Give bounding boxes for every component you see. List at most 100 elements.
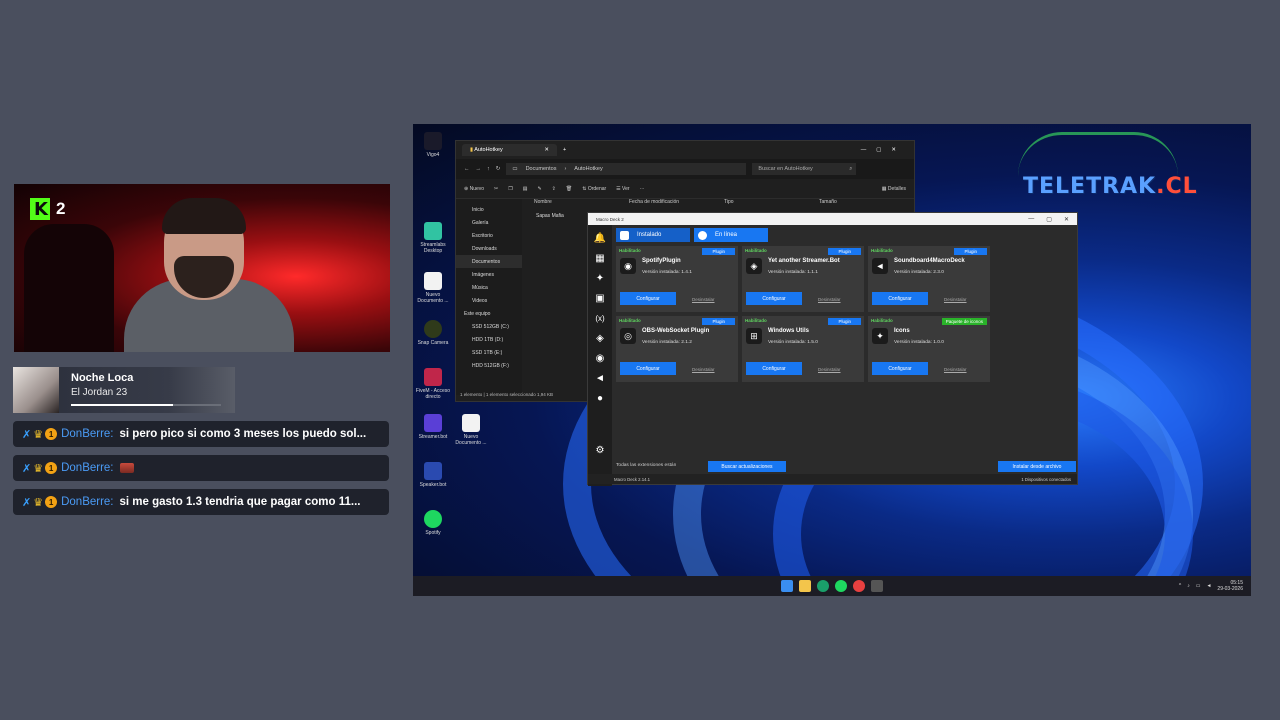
explorer-tab[interactable]: ▮ AutoHotkey ✕ xyxy=(462,144,557,156)
microphone-icon[interactable]: ♪ xyxy=(1187,583,1190,589)
desktop-icon[interactable]: Snap Camera xyxy=(413,320,453,346)
edge-icon[interactable] xyxy=(817,580,829,592)
chat-username[interactable]: DonBerre: xyxy=(61,428,113,440)
nav-item[interactable]: HDD 1TB (D:) xyxy=(456,333,522,346)
window-controls[interactable]: —▢✕ xyxy=(1028,216,1077,223)
settings-icon[interactable]: ⚙ xyxy=(593,445,607,457)
spotify-icon[interactable]: ◉ xyxy=(593,353,607,365)
back-icon[interactable]: ← xyxy=(464,166,470,172)
nav-item[interactable]: Escritorio xyxy=(456,229,522,242)
configure-button[interactable]: Configurar xyxy=(872,362,928,375)
windows-taskbar: ^ ♪ ▭ ◄ 05:15 29-03-2026 xyxy=(413,576,1251,596)
configure-button[interactable]: Configurar xyxy=(620,292,676,305)
extension-type-badge: Plugin xyxy=(702,248,735,255)
cut-icon[interactable]: ✂ xyxy=(494,186,498,192)
chat-username[interactable]: DonBerre: xyxy=(61,496,113,508)
desktop-icon[interactable]: Vigo4 xyxy=(413,132,453,158)
copy-icon[interactable]: ❐ xyxy=(508,186,512,192)
column-headers: Nombre Fecha de modificación Tipo Tamaño xyxy=(530,199,910,211)
desktop-icon[interactable]: FiveM - Acceso directo xyxy=(413,368,453,400)
devices-icon[interactable]: ▣ xyxy=(593,293,607,305)
nav-item[interactable]: SSD 512GB (C:) xyxy=(456,320,522,333)
desktop-icon[interactable]: Spotify xyxy=(413,510,453,536)
check-updates-button[interactable]: Buscar actualizaciones xyxy=(708,461,786,472)
column-header[interactable]: Nombre xyxy=(530,199,625,211)
forward-icon[interactable]: → xyxy=(476,166,482,172)
desktop-icon[interactable]: Streamer.bot xyxy=(413,414,453,440)
nav-item[interactable]: Downloads xyxy=(456,242,522,255)
desktop-icon-label: Streamlabs Desktop xyxy=(420,242,446,254)
chat-username[interactable]: DonBerre: xyxy=(61,462,113,474)
macro-deck-icon[interactable] xyxy=(871,580,883,592)
tab-label: En línea xyxy=(715,232,738,238)
speaker-icon[interactable]: ◄ xyxy=(593,373,607,385)
nav-item[interactable]: Videos xyxy=(456,294,522,307)
configure-button[interactable]: Configurar xyxy=(746,292,802,305)
chevron-up-icon[interactable]: ^ xyxy=(1179,583,1181,589)
view-button[interactable]: ☰ Ver xyxy=(616,186,629,192)
close-icon[interactable]: ✕ xyxy=(544,147,549,153)
spotify-icon[interactable] xyxy=(835,580,847,592)
configure-button[interactable]: Configurar xyxy=(746,362,802,375)
desktop-icon[interactable]: Streamlabs Desktop xyxy=(413,222,453,254)
nav-item[interactable]: Documentos xyxy=(456,255,522,268)
uninstall-link[interactable]: Desinstalar xyxy=(692,297,715,302)
uninstall-link[interactable]: Desinstalar xyxy=(944,367,967,372)
tab-online[interactable]: En línea xyxy=(694,228,768,242)
refresh-icon[interactable]: ↻ xyxy=(496,166,501,172)
column-header[interactable]: Tipo xyxy=(720,199,815,211)
user-badges: ✗ ♛ 1 xyxy=(22,496,58,509)
configure-button[interactable]: Configurar xyxy=(620,362,676,375)
start-menu-icon[interactable] xyxy=(781,580,793,592)
clock[interactable]: 05:15 29-03-2026 xyxy=(1217,580,1243,592)
nav-item[interactable]: SSD 1TB (E:) xyxy=(456,346,522,359)
rename-icon[interactable]: ✎ xyxy=(537,186,541,192)
uninstall-link[interactable]: Desinstalar xyxy=(944,297,967,302)
nav-item[interactable]: Música xyxy=(456,281,522,294)
install-from-file-button[interactable]: Instalar desde archivo xyxy=(998,461,1076,472)
window-controls[interactable]: —▢✕ xyxy=(861,147,914,153)
details-button[interactable]: ▦ Detalles xyxy=(882,186,914,192)
network-icon[interactable]: ▭ xyxy=(1196,583,1201,589)
new-tab-icon[interactable]: + xyxy=(563,147,566,153)
sub-badge-icon: 1 xyxy=(45,462,58,474)
nav-item[interactable]: Inicio xyxy=(456,203,522,216)
paste-icon[interactable]: ▤ xyxy=(523,186,528,192)
share-icon[interactable]: ⇪ xyxy=(552,186,556,192)
configure-button[interactable]: Configurar xyxy=(872,292,928,305)
variables-icon[interactable]: (x) xyxy=(593,313,607,325)
uninstall-link[interactable]: Desinstalar xyxy=(818,297,841,302)
nav-item[interactable]: Este equipo xyxy=(456,307,522,320)
websocket-icon[interactable]: ● xyxy=(593,393,607,405)
enabled-label: Habilitado xyxy=(745,318,767,323)
address-bar[interactable]: ▭ Documentos › AutoHotkey xyxy=(506,163,747,175)
up-icon[interactable]: ↑ xyxy=(487,166,490,172)
breadcrumb-item[interactable]: Documentos xyxy=(526,166,557,172)
file-explorer-icon[interactable] xyxy=(799,580,811,592)
streamerbot-icon[interactable]: ◈ xyxy=(593,333,607,345)
nav-item[interactable]: Imágenes xyxy=(456,268,522,281)
file-row[interactable]: Sapas Mafia xyxy=(530,213,564,219)
sort-button[interactable]: ⇅ Ordenar xyxy=(582,186,606,192)
column-header[interactable]: Tamaño xyxy=(815,199,910,211)
column-header[interactable]: Fecha de modificación xyxy=(625,199,720,211)
nav-item[interactable]: Galería xyxy=(456,216,522,229)
delete-icon[interactable]: 🗑 xyxy=(566,186,572,192)
tab-installed[interactable]: Instalado xyxy=(616,228,690,242)
explorer-tabbar: ▮ AutoHotkey ✕ + —▢✕ xyxy=(456,141,914,159)
new-button[interactable]: ⊕ Nuevo xyxy=(464,186,484,192)
breadcrumb-item[interactable]: AutoHotkey xyxy=(574,166,602,172)
search-input[interactable]: Buscar en AutoHotkey ⌕ xyxy=(752,163,857,175)
desktop-icon[interactable]: Speaker.bot xyxy=(413,462,453,488)
desktop-icon[interactable]: Nuevo Documento ... xyxy=(451,414,491,446)
more-icon[interactable]: ··· xyxy=(640,186,645,192)
volume-icon[interactable]: ◄ xyxy=(1206,583,1211,589)
puzzle-icon[interactable]: ✦ xyxy=(593,273,607,285)
desktop-icon[interactable]: Nuevo Documento ... xyxy=(413,272,453,304)
bell-icon[interactable]: 🔔 xyxy=(593,233,607,245)
uninstall-link[interactable]: Desinstalar xyxy=(692,367,715,372)
grid-icon[interactable]: ▦ xyxy=(593,253,607,265)
nav-item[interactable]: HDD 512GB (F:) xyxy=(456,359,522,372)
obs-icon[interactable] xyxy=(853,580,865,592)
uninstall-link[interactable]: Desinstalar xyxy=(818,367,841,372)
